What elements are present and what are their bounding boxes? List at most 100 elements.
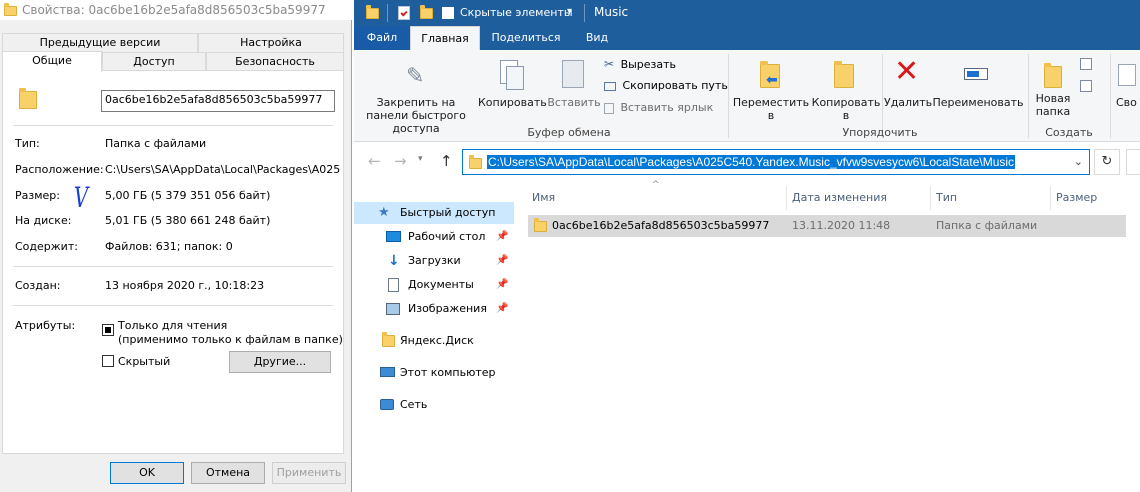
nav-item-network[interactable]: Сеть [354, 394, 514, 416]
back-icon[interactable]: ← [368, 152, 381, 170]
paste-button[interactable]: Вставить [546, 54, 602, 124]
network-icon [380, 399, 394, 410]
tab-home[interactable]: Главная [410, 26, 480, 50]
folder-icon [366, 5, 379, 19]
other-attributes-button[interactable]: Другие... [229, 351, 331, 373]
properties-check-icon [1118, 64, 1136, 86]
nav-label: Документы [408, 278, 474, 291]
copy-to-icon [834, 61, 854, 88]
nav-item-yandex-disk[interactable]: Яндекс.Диск [354, 330, 514, 352]
tab-file[interactable]: Файл [354, 26, 410, 50]
readonly-label: Только для чтения [118, 319, 228, 332]
apply-button[interactable]: Применить [272, 462, 346, 484]
move-to-button[interactable]: ⬅ Переместить в [732, 54, 810, 124]
address-input[interactable]: C:\Users\SA\AppData\Local\Packages\A025C… [462, 149, 1090, 175]
copy-path-label: Скопировать путь [622, 79, 728, 92]
column-separator[interactable] [786, 186, 787, 210]
pin-icon[interactable]: 📌 [496, 226, 508, 248]
new-folder-label: Новая папка [1035, 92, 1071, 118]
pin-icon[interactable]: 📌 [496, 274, 508, 296]
address-dropdown-icon[interactable]: ⌄ [1074, 155, 1083, 168]
separator [13, 305, 333, 306]
nav-item-this-pc[interactable]: Этот компьютер [354, 362, 514, 384]
size-value: 5,00 ГБ (5 379 351 056 байт) [105, 189, 271, 202]
pin-quick-access-button[interactable]: ✎ Закрепить на панели быстрого доступа [358, 54, 474, 135]
folder-name-input[interactable]: 0ac6be16b2e5afa8d856503c5ba59977 [101, 90, 335, 112]
up-icon[interactable]: ↑ [440, 152, 453, 170]
general-panel: 0ac6be16b2e5afa8d856503c5ba59977 Тип: Па… [2, 70, 344, 454]
nav-item-quick-access[interactable]: ★ Быстрый доступ [354, 202, 514, 224]
nav-item-documents[interactable]: Документы 📌 [354, 274, 514, 296]
qat-dropdown-icon[interactable]: ▾ [567, 6, 572, 17]
tab-security[interactable]: Безопасность [206, 52, 344, 71]
nav-item-downloads[interactable]: ↓ Загрузки 📌 [354, 250, 514, 272]
delete-button[interactable]: ✕ Удалить [884, 54, 932, 124]
rename-icon [964, 68, 988, 80]
tab-previous-versions[interactable]: Предыдущие версии [2, 33, 198, 52]
tab-sharing[interactable]: Доступ [102, 52, 206, 71]
paste-shortcut-button[interactable]: Вставить ярлык [604, 101, 713, 117]
row-type: Папка с файлами [936, 219, 1038, 232]
forward-icon[interactable]: → [394, 152, 407, 170]
column-header-date[interactable]: Дата изменения [792, 188, 887, 208]
table-row[interactable]: 0ac6be16b2e5afa8d856503c5ba59977 13.11.2… [528, 215, 1126, 237]
nav-item-pictures[interactable]: Изображения 📌 [354, 298, 514, 320]
nav-item-desktop[interactable]: Рабочий стол 📌 [354, 226, 514, 248]
size-label: Размер: [15, 189, 60, 202]
location-label: Расположение: [15, 163, 104, 176]
pin-icon[interactable]: 📌 [496, 250, 508, 272]
copy-to-button[interactable]: Копировать в [808, 54, 884, 124]
properties-icon[interactable] [398, 6, 410, 20]
ok-button[interactable]: OK [110, 462, 184, 484]
properties-ribbon-button[interactable]: Сво [1114, 54, 1140, 124]
ribbon-tabs: Файл Главная Поделиться Вид [354, 26, 1140, 50]
refresh-button[interactable]: ↻ [1094, 149, 1120, 175]
contains-label: Содержит: [15, 240, 78, 253]
hidden-items-checkbox[interactable] [442, 7, 454, 19]
separator [13, 125, 333, 126]
copy-button[interactable]: Копировать [478, 54, 547, 124]
pin-icon[interactable]: 📌 [496, 298, 508, 320]
properties-ribbon-label: Сво [1116, 96, 1137, 109]
paste-shortcut-icon [604, 102, 614, 114]
tab-share[interactable]: Поделиться [482, 26, 570, 50]
new-folder-icon[interactable] [420, 5, 433, 19]
readonly-checkbox[interactable] [102, 324, 114, 336]
cancel-button[interactable]: Отмена [191, 462, 265, 484]
cut-button[interactable]: ✂ Вырезать [604, 57, 676, 73]
rename-button[interactable]: Переименовать [932, 54, 1024, 124]
search-box[interactable] [1126, 149, 1140, 175]
new-folder-button[interactable]: Новая папка [1030, 54, 1076, 124]
ribbon-separator [728, 54, 729, 138]
column-header-size[interactable]: Размер [1056, 188, 1097, 208]
star-icon: ★ [378, 205, 390, 220]
paste-icon [562, 60, 584, 88]
column-header-type[interactable]: Тип [936, 188, 957, 208]
easy-access-icon[interactable] [1080, 80, 1092, 92]
paste-label: Вставить [547, 96, 601, 109]
copy-path-button[interactable]: Скопировать путь [604, 79, 728, 95]
group-organize-label: Упорядочить [842, 126, 918, 139]
address-text: C:\Users\SA\AppData\Local\Packages\A025C… [487, 155, 1016, 169]
group-create-label: Создать [1045, 126, 1093, 139]
ribbon: ✎ Закрепить на панели быстрого доступа К… [354, 50, 1140, 142]
properties-title: Свойства: 0ac6be16b2e5afa8d856503c5ba599… [22, 3, 326, 17]
new-item-icon[interactable] [1080, 58, 1092, 70]
hidden-label: Скрытый [118, 355, 171, 368]
computer-icon [380, 367, 395, 377]
explorer-titlebar: Скрытые элементы ▾ Music [354, 0, 1140, 26]
tab-general[interactable]: Общие [2, 51, 102, 72]
column-separator[interactable] [1050, 186, 1051, 210]
column-separator[interactable] [930, 186, 931, 210]
hidden-checkbox[interactable] [102, 355, 114, 367]
history-dropdown-icon[interactable]: ▾ [418, 154, 423, 164]
paste-shortcut-label: Вставить ярлык [620, 101, 714, 114]
row-date: 13.11.2020 11:48 [792, 219, 891, 232]
refresh-icon: ↻ [1101, 154, 1113, 169]
properties-titlebar: Свойства: 0ac6be16b2e5afa8d856503c5ba599… [0, 0, 352, 20]
column-header-name[interactable]: Имя [532, 188, 555, 208]
group-clipboard-label: Буфер обмена [527, 126, 611, 139]
document-icon [388, 278, 399, 292]
tab-customize[interactable]: Настройка [198, 33, 344, 52]
tab-view[interactable]: Вид [572, 26, 622, 50]
